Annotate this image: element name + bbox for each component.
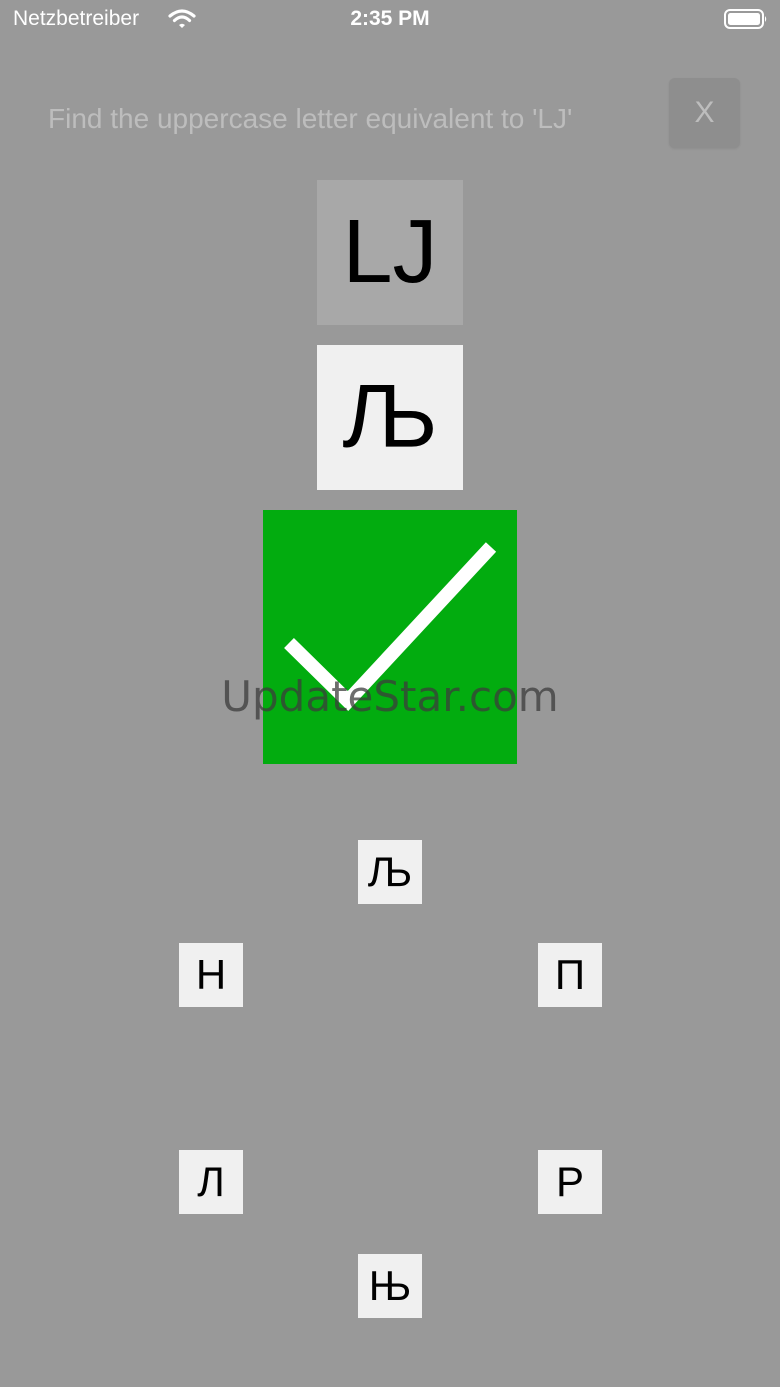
choice-bottom[interactable]: Њ [358,1254,422,1318]
watermark: UpdateStar.com [221,672,559,721]
clock: 2:35 PM [350,7,430,30]
choice-top[interactable]: Љ [358,840,422,904]
close-button[interactable]: X [669,78,740,148]
selected-answer-tile: Љ [317,345,463,490]
target-letter-tile: LJ [317,180,463,325]
choice-upper-right[interactable]: П [538,943,602,1007]
checkmark-icon [284,542,497,712]
battery-icon [724,8,768,30]
choice-upper-left[interactable]: Н [179,943,243,1007]
status-bar: Netzbetreiber 2:35 PM [0,0,780,40]
choice-lower-left[interactable]: Л [179,1150,243,1214]
choice-lower-right[interactable]: Р [538,1150,602,1214]
quiz-prompt: Find the uppercase letter equivalent to … [48,103,573,134]
correct-result-box [263,510,517,764]
